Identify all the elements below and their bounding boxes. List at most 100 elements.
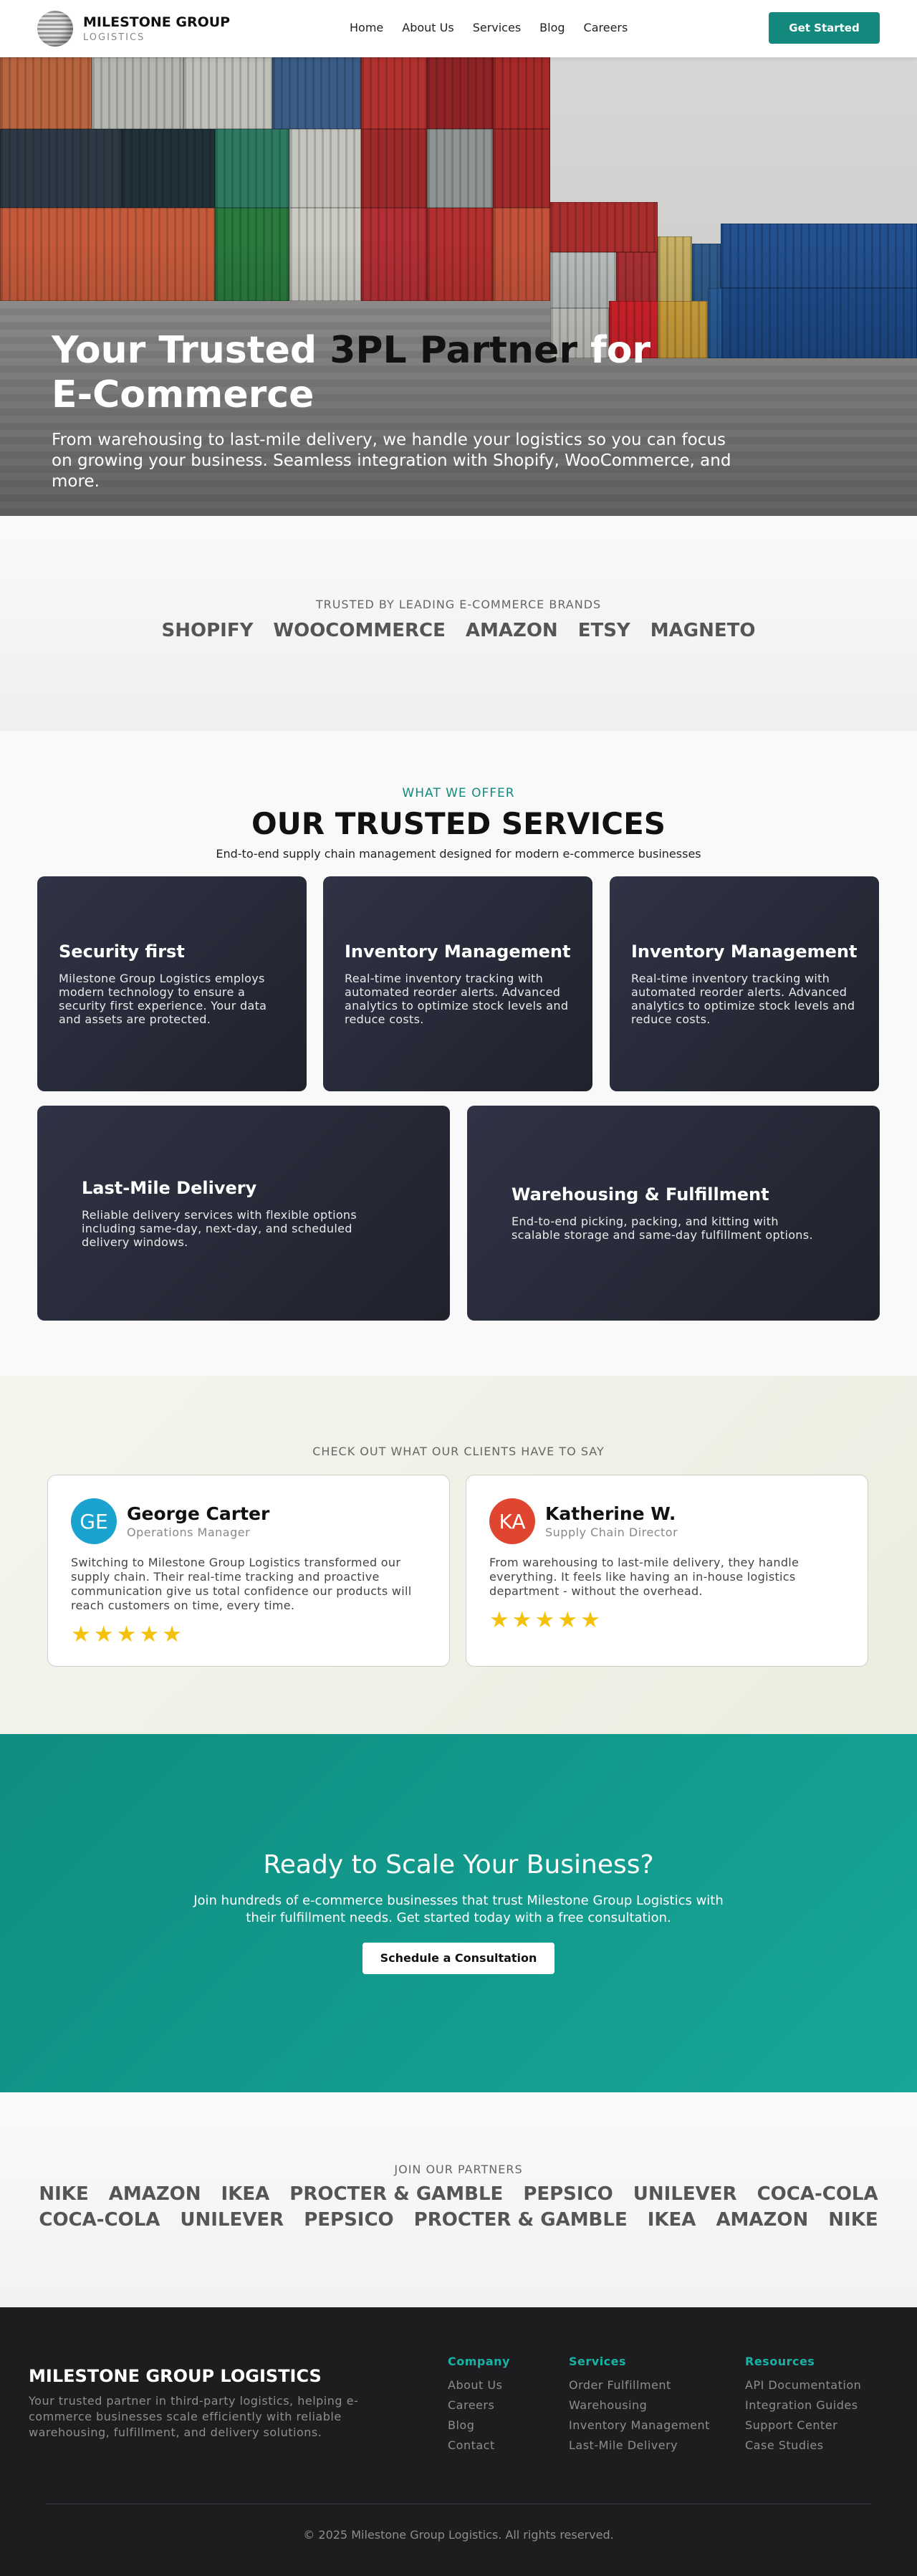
brand[interactable]: MILESTONE GROUP LOGISTICS xyxy=(37,11,230,47)
partners-row: NIKE AMAZON IKEA PROCTER & GAMBLE PEPSIC… xyxy=(0,2183,917,2205)
partner-logo-text: IKEA xyxy=(647,2209,696,2231)
brand-name: MILESTONE GROUP xyxy=(83,14,231,30)
brand-subtitle: LOGISTICS xyxy=(83,32,145,43)
partner-logo-text: NIKE xyxy=(39,2183,89,2205)
footer-link[interactable]: Integration Guides xyxy=(745,2395,861,2415)
brand-etsy: ETSY xyxy=(577,620,630,641)
partner-logo-text: PEPSICO xyxy=(523,2183,613,2205)
testimonial-card: GE George Carter Operations Manager Swit… xyxy=(47,1475,450,1667)
brand-magneto: MAGNETO xyxy=(650,620,756,641)
service-card-description: Real-time inventory tracking with automa… xyxy=(345,972,569,1026)
footer-column-services: Services Order Fulfillment Warehousing I… xyxy=(569,2355,710,2456)
service-card-title: Security first xyxy=(59,942,185,962)
testimonials-kicker: CHECK OUT WHAT OUR CLIENTS HAVE TO SAY xyxy=(312,1445,605,1458)
footer-description: Your trusted partner in third-party logi… xyxy=(29,2394,359,2439)
top-navbar: MILESTONE GROUP LOGISTICS Home About Us … xyxy=(0,0,917,57)
footer-link[interactable]: Contact xyxy=(448,2436,510,2456)
partner-logo-text: PROCTER & GAMBLE xyxy=(413,2209,628,2231)
services-title: OUR TRUSTED SERVICES xyxy=(251,806,666,841)
service-card-inventory[interactable]: Inventory Management Real-time inventory… xyxy=(323,876,592,1091)
service-card-description: Milestone Group Logistics employs modern… xyxy=(59,972,267,1026)
footer-column-heading: Services xyxy=(569,2355,627,2368)
nav-link-services[interactable]: Services xyxy=(473,21,521,34)
cta-section: Ready to Scale Your Business? Join hundr… xyxy=(0,1734,917,2092)
service-card-inventory-2[interactable]: Inventory Management Real-time inventory… xyxy=(610,876,879,1091)
partner-logo-text: UNILEVER xyxy=(633,2183,737,2205)
footer-link[interactable]: Careers xyxy=(448,2395,510,2415)
testimonial-role: Operations Manager xyxy=(127,1526,251,1539)
cta-text: Join hundreds of e-commerce businesses t… xyxy=(193,1893,724,1925)
service-card-warehousing[interactable]: Warehousing & Fulfillment End-to-end pic… xyxy=(467,1106,880,1321)
nav-link-blog[interactable]: Blog xyxy=(539,21,565,34)
testimonial-name: George Carter xyxy=(127,1503,270,1524)
footer-brand: MILESTONE GROUP LOGISTICS xyxy=(29,2366,322,2386)
service-card-title: Inventory Management xyxy=(345,942,571,962)
footer-link[interactable]: About Us xyxy=(448,2375,510,2395)
brand-woocommerce: WOOCOMMERCE xyxy=(273,620,446,641)
hero-subtitle: From warehousing to last-mile delivery, … xyxy=(52,431,731,491)
footer-copyright: © 2025 Milestone Group Logistics. All ri… xyxy=(303,2528,614,2542)
partner-logo-text: PEPSICO xyxy=(304,2209,394,2231)
hero-section: Your Trusted 3PL Partner for E-Commerce F… xyxy=(0,57,917,516)
partner-logo-text: NIKE xyxy=(828,2209,878,2231)
footer-link[interactable]: Support Center xyxy=(745,2415,861,2436)
footer: MILESTONE GROUP LOGISTICS Your trusted p… xyxy=(0,2307,917,2576)
trusted-kicker: TRUSTED BY LEADING E-COMMERCE BRANDS xyxy=(315,598,602,611)
testimonial-quote: From warehousing to last-mile delivery, … xyxy=(489,1556,800,1598)
footer-link[interactable]: Last-Mile Delivery xyxy=(569,2436,710,2456)
testimonial-role: Supply Chain Director xyxy=(545,1526,678,1539)
services-description: End-to-end supply chain management desig… xyxy=(216,847,701,861)
nav-links: Home About Us Services Blog Careers xyxy=(350,21,628,34)
service-card-description: Reliable delivery services with flexible… xyxy=(82,1207,357,1249)
brand-amazon: AMAZON xyxy=(465,620,558,641)
footer-column-resources: Resources API Documentation Integration … xyxy=(745,2355,861,2456)
service-card-last-mile[interactable]: Last-Mile Delivery Reliable delivery ser… xyxy=(37,1106,450,1321)
footer-link[interactable]: Case Studies xyxy=(745,2436,861,2456)
services-section: WHAT WE OFFER OUR TRUSTED SERVICES End-t… xyxy=(0,731,917,1376)
trusted-brand-list: SHOPIFY WOOCOMMERCE AMAZON ETSY MAGNETO xyxy=(0,620,917,641)
globe-logo-icon xyxy=(37,11,73,47)
nav-link-careers[interactable]: Careers xyxy=(584,21,628,34)
avatar: GE xyxy=(71,1498,117,1544)
partner-logo-text: AMAZON xyxy=(108,2183,201,2205)
partners-section: JOIN OUR PARTNERS NIKE AMAZON IKEA PROCT… xyxy=(0,2092,917,2307)
service-card-security[interactable]: Security first Milestone Group Logistics… xyxy=(37,876,307,1091)
testimonial-card: KA Katherine W. Supply Chain Director Fr… xyxy=(466,1475,868,1667)
nav-link-about-us[interactable]: About Us xyxy=(402,21,453,34)
partner-logo-text: PROCTER & GAMBLE xyxy=(289,2183,504,2205)
footer-link[interactable]: Order Fulfillment xyxy=(569,2375,710,2395)
footer-link[interactable]: Warehousing xyxy=(569,2395,710,2415)
get-started-button[interactable]: Get Started xyxy=(769,12,880,44)
testimonial-quote: Switching to Milestone Group Logistics t… xyxy=(71,1556,412,1612)
footer-column-heading: Resources xyxy=(745,2355,815,2368)
hero-title: Your Trusted 3PL Partner for E-Commerce xyxy=(52,329,651,416)
testimonials-section: CHECK OUT WHAT OUR CLIENTS HAVE TO SAY G… xyxy=(0,1376,917,1734)
partner-logo-text: IKEA xyxy=(221,2183,270,2205)
partners-row: COCA-COLA UNILEVER PEPSICO PROCTER & GAM… xyxy=(0,2209,917,2231)
service-card-description: End-to-end picking, packing, and kitting… xyxy=(512,1215,813,1242)
service-card-title: Warehousing & Fulfillment xyxy=(512,1184,769,1205)
star-rating-icon: ★★★★★ xyxy=(71,1622,185,1647)
service-card-title: Inventory Management xyxy=(631,942,858,962)
brand-shopify: SHOPIFY xyxy=(161,620,254,641)
partner-logo-text: COCA-COLA xyxy=(39,2209,160,2231)
schedule-consultation-button[interactable]: Schedule a Consultation xyxy=(363,1943,554,1974)
partners-kicker: JOIN OUR PARTNERS xyxy=(394,2163,523,2176)
partner-logo-text: UNILEVER xyxy=(180,2209,284,2231)
testimonial-name: Katherine W. xyxy=(545,1503,676,1524)
nav-link-home[interactable]: Home xyxy=(350,21,383,34)
service-card-description: Real-time inventory tracking with automa… xyxy=(631,972,855,1026)
services-eyebrow: WHAT WE OFFER xyxy=(402,786,515,800)
service-card-title: Last-Mile Delivery xyxy=(82,1177,257,1198)
footer-link[interactable]: API Documentation xyxy=(745,2375,861,2395)
cta-title: Ready to Scale Your Business? xyxy=(263,1850,654,1880)
footer-link[interactable]: Inventory Management xyxy=(569,2415,710,2436)
partner-logo-text: COCA-COLA xyxy=(757,2183,878,2205)
trusted-brands-section: TRUSTED BY LEADING E-COMMERCE BRANDS SHO… xyxy=(0,516,917,731)
avatar: KA xyxy=(489,1498,535,1544)
footer-link[interactable]: Blog xyxy=(448,2415,510,2436)
star-rating-icon: ★★★★★ xyxy=(489,1607,603,1633)
footer-column-company: Company About Us Careers Blog Contact xyxy=(448,2355,510,2456)
partner-logo-text: AMAZON xyxy=(716,2209,809,2231)
footer-column-heading: Company xyxy=(448,2355,510,2368)
